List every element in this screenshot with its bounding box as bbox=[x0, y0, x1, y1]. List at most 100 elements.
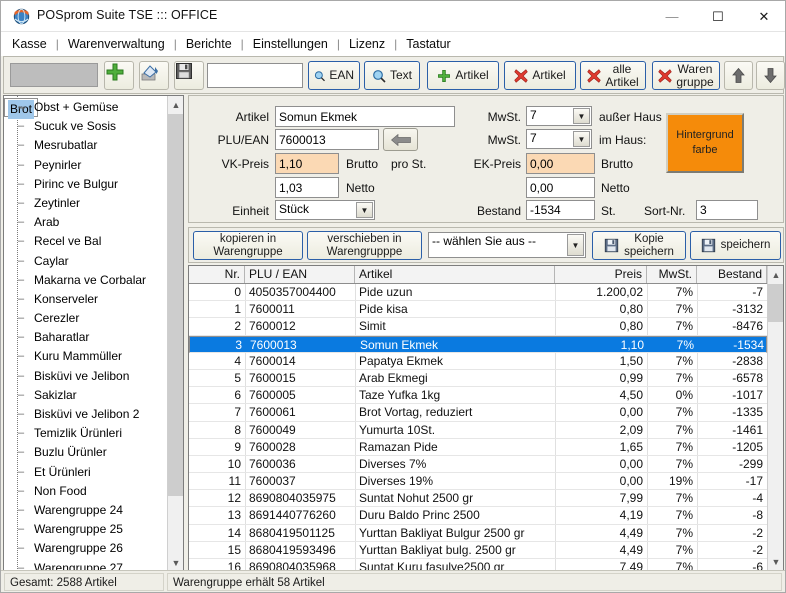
tree-item[interactable]: –Arab bbox=[4, 213, 167, 232]
table-row[interactable]: 17600011Pide kisa0,807%-3132 bbox=[189, 301, 767, 318]
table-column-header[interactable]: Nr. bbox=[189, 266, 245, 283]
tree-item[interactable]: –Mesrubatlar bbox=[4, 136, 167, 155]
tree-item[interactable]: –Warengruppe 24 bbox=[4, 501, 167, 520]
menu-item-tastatur[interactable]: Tastatur bbox=[397, 37, 459, 51]
menu-item-lizenz[interactable]: Lizenz bbox=[340, 37, 394, 51]
tree-item[interactable]: –Pirinc ve Bulgur bbox=[4, 175, 167, 194]
table-row[interactable]: 148680419501125Yurttan Bakliyat Bulgur 2… bbox=[189, 525, 767, 542]
move-down-button[interactable] bbox=[756, 61, 785, 90]
chevron-down-icon[interactable]: ▼ bbox=[567, 234, 584, 256]
einheit-select[interactable]: Stück ▼ bbox=[275, 200, 375, 220]
tree-item[interactable]: –Konserveler bbox=[4, 290, 167, 309]
ek-preis-brutto-input[interactable] bbox=[526, 153, 595, 174]
tree-item[interactable]: –Et Ürünleri bbox=[4, 463, 167, 482]
artikel-input[interactable] bbox=[275, 106, 455, 127]
hintergrundfarbe-button[interactable]: Hintergrundfarbe bbox=[666, 113, 744, 173]
tree-item[interactable]: –Baharatlar bbox=[4, 328, 167, 347]
mwst-im-haus-select[interactable]: 7 ▼ bbox=[526, 129, 592, 149]
tree-item[interactable]: –Bisküvi ve Jelibon bbox=[4, 367, 167, 386]
table-scroll-up-icon[interactable]: ▲ bbox=[768, 266, 784, 283]
table-row[interactable]: 128690804035975Suntat Nohut 2500 gr7,997… bbox=[189, 490, 767, 507]
copy-to-warengruppe-button[interactable]: kopieren inWarengruppe bbox=[193, 231, 303, 260]
menu-item-kasse[interactable]: Kasse bbox=[1, 37, 56, 51]
tree-item[interactable]: –Obst + Gemüse bbox=[4, 98, 167, 117]
tree-item[interactable]: –Recel ve Bal bbox=[4, 232, 167, 251]
tree-scroll-down-icon[interactable]: ▼ bbox=[168, 554, 184, 571]
tree-item[interactable]: –Non Food bbox=[4, 482, 167, 501]
tree-item[interactable]: –Buzlu Ürünler bbox=[4, 443, 167, 462]
table-row[interactable]: 97600028Ramazan Pide1,657%-1205 bbox=[189, 439, 767, 456]
table-row[interactable]: 47600014Papatya Ekmek1,507%-2838 bbox=[189, 353, 767, 370]
table-row[interactable]: 107600036Diverses 7%0,007%-299 bbox=[189, 456, 767, 473]
tree-item[interactable]: –Sakizlar bbox=[4, 386, 167, 405]
tree-item[interactable]: –Zeytinler bbox=[4, 194, 167, 213]
close-button[interactable]: ✕ bbox=[741, 1, 786, 31]
vk-preis-netto-input[interactable] bbox=[275, 177, 339, 198]
search-ean-button[interactable]: EAN bbox=[308, 61, 360, 90]
save-article-button[interactable]: speichern bbox=[690, 231, 781, 260]
table-scroll-thumb[interactable] bbox=[768, 284, 784, 322]
table-row[interactable]: 57600015Arab Ekmegi0,997%-6578 bbox=[189, 370, 767, 387]
menu-item-berichte[interactable]: Berichte bbox=[177, 37, 241, 51]
maximize-button[interactable]: ☐ bbox=[695, 1, 741, 31]
add-artikel-button[interactable]: Artikel bbox=[427, 61, 499, 90]
tree-scrollbar[interactable]: ▲ ▼ bbox=[167, 96, 183, 571]
table-cell-bestand: -1534 bbox=[698, 337, 768, 353]
plu-transfer-button[interactable] bbox=[383, 128, 418, 151]
tree-scroll-up-icon[interactable]: ▲ bbox=[168, 96, 184, 113]
vk-preis-brutto-input[interactable] bbox=[275, 153, 339, 174]
sort-nr-input[interactable] bbox=[696, 200, 758, 220]
tree-scroll-thumb[interactable] bbox=[168, 114, 184, 496]
tree-item[interactable]: –Peynirler bbox=[4, 156, 167, 175]
table-column-header[interactable]: MwSt. bbox=[647, 266, 697, 283]
table-column-header[interactable]: Preis bbox=[555, 266, 647, 283]
table-row[interactable]: 04050357004400Pide uzun1.200,027%-7 bbox=[189, 284, 767, 301]
tree-item[interactable]: –Makarna ve Corbalar bbox=[4, 271, 167, 290]
plu-ean-input[interactable] bbox=[275, 129, 379, 150]
minimize-button[interactable]: — bbox=[649, 1, 695, 31]
chevron-down-icon[interactable]: ▼ bbox=[356, 202, 373, 218]
move-to-warengruppe-button[interactable]: verschieben inWarengrupppe bbox=[307, 231, 422, 260]
chevron-down-icon[interactable]: ▼ bbox=[573, 131, 590, 147]
menu-item-einstellungen[interactable]: Einstellungen bbox=[244, 37, 337, 51]
table-row[interactable]: 117600037Diverses 19%0,0019%-17 bbox=[189, 473, 767, 490]
tree-item[interactable]: –Kuru Mammüller bbox=[4, 347, 167, 366]
mwst-ausser-haus-select[interactable]: 7 ▼ bbox=[526, 106, 592, 126]
warengruppe-tree[interactable]: –Brot–Obst + Gemüse–Sucuk ve Sosis–Mesru… bbox=[3, 95, 184, 572]
bestand-input[interactable] bbox=[526, 200, 595, 220]
table-scrollbar[interactable]: ▲ ▼ bbox=[767, 266, 783, 570]
table-column-header[interactable]: Artikel bbox=[355, 266, 555, 283]
table-row[interactable]: 138691440776260Duru Baldo Princ 25004,19… bbox=[189, 507, 767, 524]
search-input[interactable] bbox=[207, 63, 303, 88]
table-row[interactable]: 77600061Brot Vortag, reduziert0,007%-133… bbox=[189, 404, 767, 421]
table-row[interactable]: 87600049Yumurta 10St.2,097%-1461 bbox=[189, 422, 767, 439]
delete-warengruppe-button[interactable]: Warengruppe bbox=[652, 61, 720, 90]
save-copy-button[interactable]: Kopiespeichern bbox=[592, 231, 686, 260]
chevron-down-icon[interactable]: ▼ bbox=[573, 108, 590, 124]
tree-item[interactable]: –Caylar bbox=[4, 252, 167, 271]
table-column-header[interactable]: PLU / EAN bbox=[245, 266, 355, 283]
delete-artikel-button[interactable]: Artikel bbox=[504, 61, 576, 90]
paint-fill-button[interactable] bbox=[139, 61, 169, 90]
article-table[interactable]: Nr.PLU / EANArtikelPreisMwSt.Bestand 040… bbox=[188, 265, 784, 571]
ek-preis-netto-input[interactable] bbox=[526, 177, 595, 198]
table-column-header[interactable]: Bestand bbox=[697, 266, 767, 283]
tree-item[interactable]: –Temizlik Ürünleri bbox=[4, 424, 167, 443]
tree-item[interactable]: –Warengruppe 26 bbox=[4, 539, 167, 558]
warengruppe-target-select[interactable]: -- wählen Sie aus -- ▼ bbox=[428, 232, 586, 258]
menu-item-warenverwaltung[interactable]: Warenverwaltung bbox=[59, 37, 174, 51]
save-button[interactable] bbox=[174, 61, 204, 90]
table-row[interactable]: 37600013Somun Ekmek1,107%-1534 bbox=[189, 336, 767, 353]
tree-item[interactable]: –Warengruppe 25 bbox=[4, 520, 167, 539]
tree-item[interactable]: –Bisküvi ve Jelibon 2 bbox=[4, 405, 167, 424]
tree-item[interactable]: –Cerezler bbox=[4, 309, 167, 328]
tree-item[interactable]: –Sucuk ve Sosis bbox=[4, 117, 167, 136]
table-row[interactable]: 27600012Simit0,807%-8476 bbox=[189, 318, 767, 335]
move-up-button[interactable] bbox=[724, 61, 753, 90]
table-row[interactable]: 67600005Taze Yufka 1kg4,500%-1017 bbox=[189, 387, 767, 404]
search-text-button[interactable]: Text bbox=[364, 61, 420, 90]
table-scroll-down-icon[interactable]: ▼ bbox=[768, 553, 784, 570]
add-button[interactable] bbox=[104, 61, 134, 90]
delete-all-artikel-button[interactable]: alleArtikel bbox=[580, 61, 646, 90]
table-row[interactable]: 158680419593496Yurttan Bakliyat bulg. 25… bbox=[189, 542, 767, 559]
